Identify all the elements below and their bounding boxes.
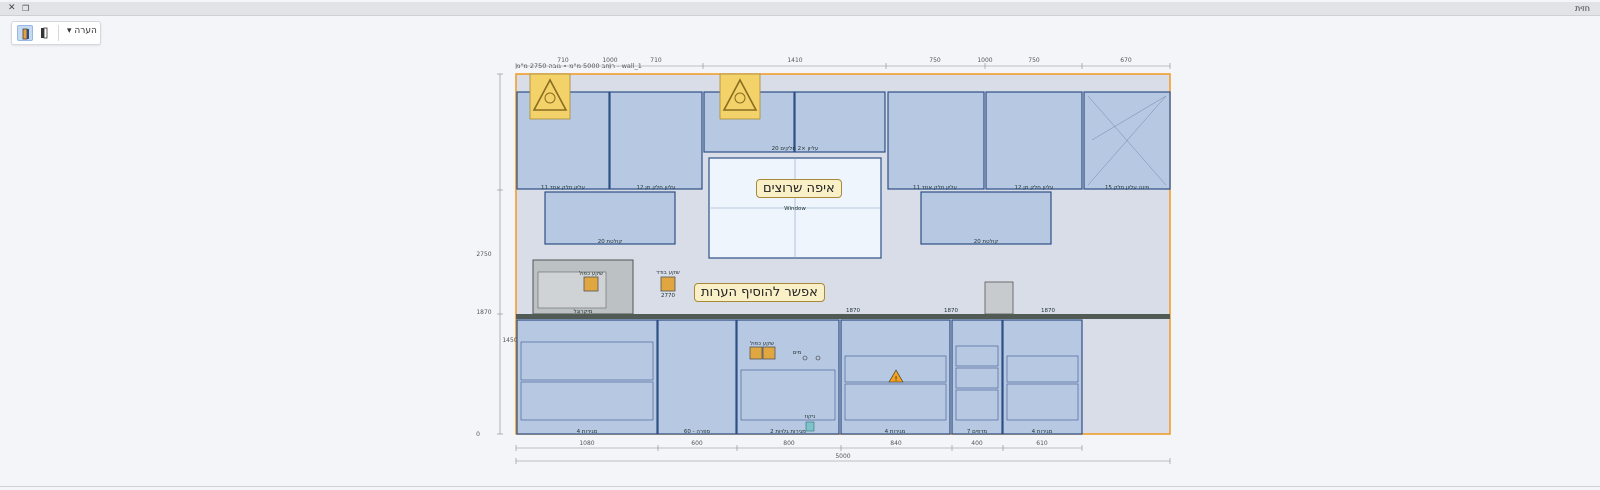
bottom-dim-1: 1080 bbox=[579, 440, 594, 447]
hood-right[interactable] bbox=[920, 191, 1052, 245]
label-base-2: ספרה - 60 bbox=[684, 429, 711, 435]
upper-cabinet-5[interactable] bbox=[887, 91, 985, 190]
left-dim-1450: 1450 bbox=[502, 337, 517, 344]
left-dim-1870: 1870 bbox=[476, 309, 491, 316]
label-hood-right: קולטת 20 bbox=[974, 238, 999, 245]
top-dim-1: 710 bbox=[557, 57, 569, 64]
label-base-1: מגירות 4 bbox=[577, 429, 598, 435]
label-socket-height: 2770 bbox=[661, 293, 675, 299]
top-dim-8: 670 bbox=[1120, 57, 1132, 64]
upper-cabinet-2[interactable] bbox=[609, 91, 703, 190]
label-socket-double: שקע כפול bbox=[579, 270, 603, 277]
counter-height-3: 1870 bbox=[1041, 308, 1055, 314]
countertop[interactable] bbox=[516, 314, 1170, 319]
base-cabinets bbox=[516, 319, 1083, 435]
label-hood-left: קולטת 20 bbox=[598, 238, 623, 245]
label-upper-right-1: עליון חלק אחד 11 bbox=[913, 184, 957, 191]
note-bubble-1[interactable]: איפה שרוצים bbox=[756, 179, 842, 198]
coffee-machine[interactable] bbox=[984, 281, 1014, 315]
left-dimension-line bbox=[497, 73, 503, 435]
label-drain: ניקוז bbox=[805, 414, 816, 420]
svg-text:!: ! bbox=[895, 375, 898, 383]
base-cabinet-2[interactable] bbox=[657, 319, 737, 435]
warning-icon-1[interactable] bbox=[529, 73, 571, 120]
bottom-dim-2: 600 bbox=[691, 440, 703, 447]
drain-marker[interactable] bbox=[805, 421, 815, 432]
bottom-dim-total: 5000 bbox=[835, 453, 850, 460]
bottom-dim-3: 800 bbox=[783, 440, 795, 447]
counter-height-1: 1870 bbox=[846, 308, 860, 314]
base-cabinet-5[interactable] bbox=[951, 319, 1003, 435]
label-water: מים bbox=[793, 350, 802, 356]
left-dim-2750: 2750 bbox=[476, 251, 491, 258]
upper-cabinet-4[interactable] bbox=[794, 91, 886, 153]
warning-icon-2[interactable] bbox=[719, 73, 761, 120]
label-base-6: מגירות 4 bbox=[1032, 429, 1053, 435]
sink-socket-2[interactable] bbox=[762, 346, 776, 360]
left-dim-0: 0 bbox=[476, 431, 480, 438]
bottom-border bbox=[0, 486, 1600, 487]
base-cabinet-6[interactable] bbox=[1002, 319, 1083, 435]
base-cabinet-3[interactable] bbox=[736, 319, 840, 435]
base-cabinet-1[interactable] bbox=[516, 319, 658, 435]
top-dim-7: 750 bbox=[1028, 57, 1040, 64]
label-socket-single: שקע בודד bbox=[656, 270, 680, 276]
top-dim-5: 750 bbox=[929, 57, 941, 64]
top-dim-2: 1000 bbox=[602, 57, 617, 64]
label-sink-socket: שקע כפול bbox=[750, 340, 774, 347]
label-base-4: מגירות 4 bbox=[885, 429, 906, 435]
elevation-drawing: רוחב 5000 מ"מ ∙ גובה 2750 מ"מ - wall_1 7… bbox=[476, 57, 1171, 464]
label-base-5: מדפים 7 bbox=[967, 429, 988, 435]
top-dim-6: 1000 bbox=[977, 57, 992, 64]
label-microwave: מיקרוגל bbox=[574, 308, 593, 315]
label-upper-right-2: עליון חלק מן 12 bbox=[1015, 184, 1054, 191]
label-upper-left-2: עליון חלק מן 12 bbox=[637, 184, 676, 191]
bottom-dim-4: 840 bbox=[890, 440, 902, 447]
sink-socket-1[interactable] bbox=[749, 346, 763, 360]
bottom-dim-5: 400 bbox=[971, 440, 983, 447]
label-upper-center: עליון ×2 חלקים 20 bbox=[772, 145, 819, 152]
top-dim-4: 1410 bbox=[787, 57, 802, 64]
label-base-3: מגירות גלויות 2 bbox=[770, 428, 806, 435]
label-upper-left-1: עליון חלק אחד 11 bbox=[541, 184, 585, 191]
counter-height-2: 1870 bbox=[944, 308, 958, 314]
note-bubble-2[interactable]: אפשר להוסיף הערות bbox=[694, 283, 825, 302]
label-window: Window bbox=[784, 206, 806, 212]
label-upper-right-3: פינה עליון חלק 15 bbox=[1105, 184, 1150, 191]
hood-left[interactable] bbox=[544, 191, 676, 245]
socket-double[interactable] bbox=[583, 276, 599, 292]
socket-single[interactable] bbox=[660, 276, 676, 292]
bottom-dim-6: 610 bbox=[1036, 440, 1048, 447]
top-dim-3: 710 bbox=[650, 57, 662, 64]
upper-cabinet-6[interactable] bbox=[985, 91, 1083, 190]
